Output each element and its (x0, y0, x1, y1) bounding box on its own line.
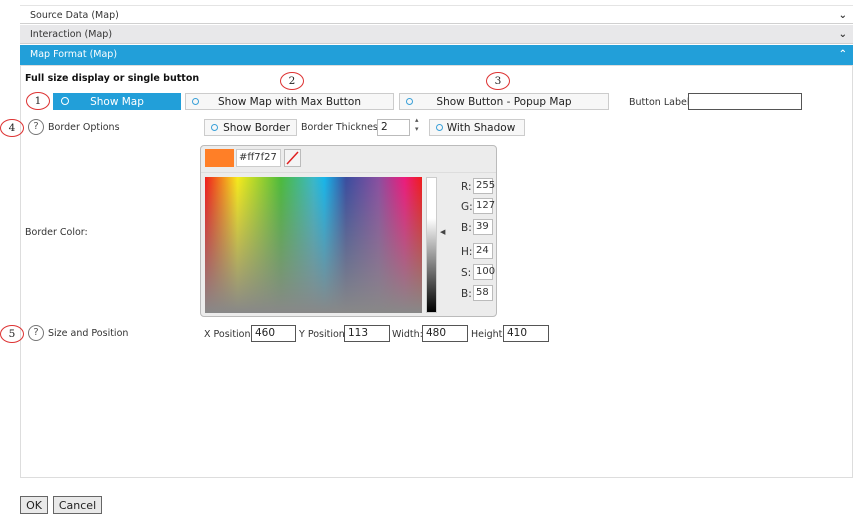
with-shadow-toggle[interactable]: With Shadow (429, 119, 525, 136)
h-input[interactable]: 24 (473, 243, 493, 259)
help-icon[interactable]: ? (28, 119, 44, 135)
hex-input[interactable]: #ff7f27 (236, 149, 281, 167)
size-position-label: Size and Position (48, 328, 129, 339)
radio-icon (192, 98, 199, 105)
display-mode-heading: Full size display or single button (25, 73, 200, 84)
button-label-label: Button Label (629, 97, 690, 108)
width-input[interactable]: 480 (422, 325, 468, 342)
brightness-slider[interactable] (426, 177, 437, 313)
r-label: R: (461, 181, 472, 193)
s-input[interactable]: 100 (473, 264, 495, 280)
annotation-marker: 5 (0, 325, 24, 343)
radio-icon (436, 124, 443, 131)
x-position-label: X Position: (204, 329, 254, 340)
option-label: Show Button - Popup Map (436, 96, 572, 108)
thickness-spinner[interactable]: ▴ ▾ (415, 116, 419, 134)
section-label: Source Data (Map) (30, 10, 119, 21)
option-show-map-max-button[interactable]: Show Map with Max Button (185, 93, 394, 110)
chevron-down-icon: ⌄ (838, 10, 847, 21)
y-position-input[interactable]: 113 (344, 325, 390, 342)
show-border-toggle[interactable]: Show Border (204, 119, 297, 136)
g-input[interactable]: 127 (473, 198, 495, 214)
brightness-handle-icon[interactable]: ◀ (440, 228, 445, 236)
section-interaction[interactable]: Interaction (Map) ⌄ (20, 25, 853, 44)
s-label: S: (461, 267, 472, 279)
brightness-input[interactable]: 58 (473, 285, 493, 301)
width-label: Width: (392, 329, 423, 340)
section-map-format[interactable]: Map Format (Map) ⌃ (20, 45, 853, 65)
option-label: Show Map with Max Button (218, 96, 361, 108)
border-thickness-label: Border Thickness: (301, 122, 387, 133)
cancel-button[interactable]: Cancel (53, 496, 102, 514)
no-color-icon (286, 151, 299, 165)
radio-icon (61, 97, 69, 105)
help-icon[interactable]: ? (28, 325, 44, 341)
radio-icon (211, 124, 218, 131)
chevron-up-icon: ⌃ (838, 49, 847, 60)
button-label-input[interactable] (688, 93, 802, 110)
ok-button[interactable]: OK (20, 496, 48, 514)
brightness-label: B: (461, 288, 472, 300)
annotation-marker: 1 (26, 92, 50, 110)
chevron-down-icon: ⌄ (838, 29, 847, 40)
option-label: With Shadow (446, 122, 516, 134)
option-show-map[interactable]: Show Map (53, 93, 181, 110)
annotation-marker: 4 (0, 119, 24, 137)
b-label: B: (461, 222, 472, 234)
section-label: Map Format (Map) (30, 49, 118, 60)
section-label: Interaction (Map) (30, 29, 113, 40)
color-picker: #ff7f27 ◀ R: 255 G: 127 B: 39 H: 24 S: 100 B:… (200, 145, 497, 317)
annotation-marker: 2 (280, 72, 304, 90)
border-options-label: Border Options (48, 122, 120, 133)
b-input[interactable]: 39 (473, 219, 493, 235)
color-swatch (205, 149, 234, 167)
border-thickness-input[interactable]: 2 (377, 119, 410, 136)
height-label: Height: (471, 329, 506, 340)
color-gradient-area[interactable] (205, 177, 422, 313)
option-label: Show Border (223, 122, 290, 134)
radio-icon (406, 98, 413, 105)
g-label: G: (461, 201, 473, 213)
section-source-data[interactable]: Source Data (Map) ⌄ (20, 5, 853, 24)
divider (201, 172, 496, 173)
height-input[interactable]: 410 (503, 325, 549, 342)
no-color-button[interactable] (284, 149, 301, 167)
border-color-label: Border Color: (25, 227, 88, 238)
r-input[interactable]: 255 (473, 178, 495, 194)
annotation-marker: 3 (486, 72, 510, 90)
x-position-input[interactable]: 460 (251, 325, 296, 342)
option-show-button-popup[interactable]: Show Button - Popup Map (399, 93, 609, 110)
y-position-label: Y Position: (299, 329, 349, 340)
option-label: Show Map (90, 96, 144, 108)
h-label: H: (461, 246, 473, 258)
